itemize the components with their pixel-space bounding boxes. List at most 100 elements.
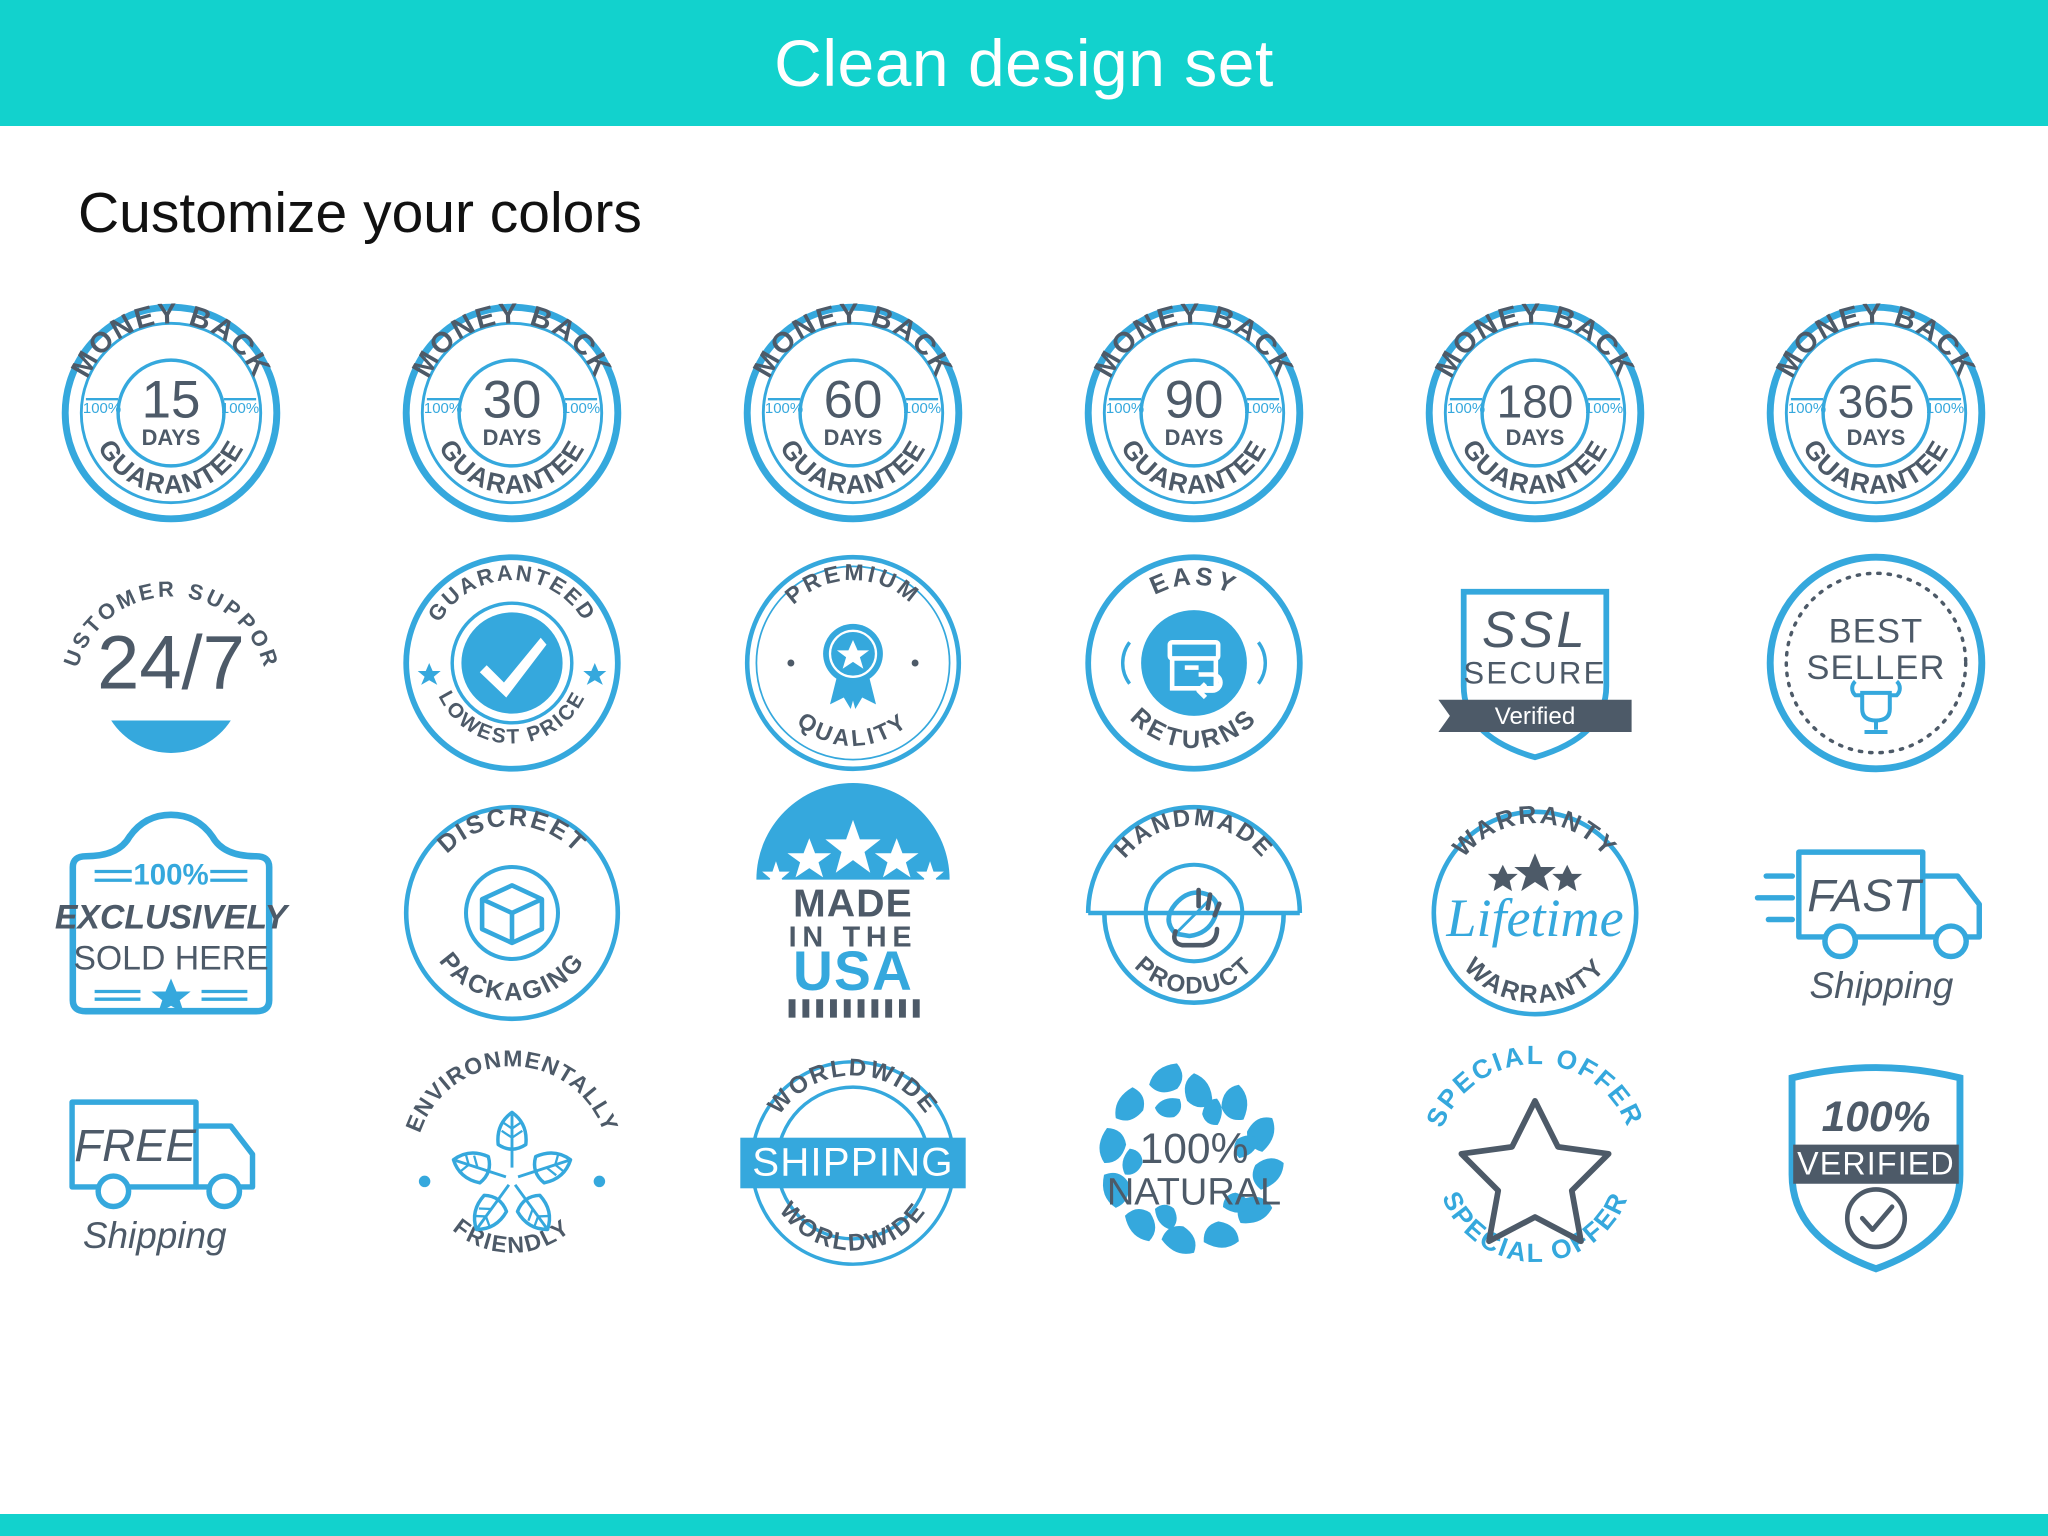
badge-money-back-15[interactable]: MONEY BACK GUARANTEE 15 DAYS 100% 100% — [21, 293, 321, 533]
badge-money-back-365[interactable]: MONEY BACK GUARANTEE 365 DAYS 100% 100% — [1726, 293, 2026, 533]
badge-premium-quality[interactable]: PREMIUM QUALITY — [703, 543, 1003, 783]
badge-unit: DAYS — [823, 425, 882, 450]
svg-text:SPECIAL OFFER: SPECIAL OFFER — [1420, 1040, 1650, 1132]
badge-line2: SOLD HERE — [73, 940, 268, 978]
badge-number: 15 — [141, 371, 200, 430]
badge-right-tag: 100% — [1243, 400, 1281, 417]
badge-money-back-30[interactable]: MONEY BACK GUARANTEE 30 DAYS 100% 100% — [362, 293, 662, 533]
badge-guaranteed-lowest-price[interactable]: GUARANTEED LOWEST PRICE — [362, 543, 662, 783]
badge-right-tag: 100% — [1925, 400, 1963, 417]
badge-line3: USA — [793, 940, 913, 1002]
badge-ssl-secure[interactable]: SSL SECURE Verified — [1385, 543, 1685, 783]
trophy-icon — [1849, 679, 1902, 735]
badge-line1: MADE — [793, 882, 913, 925]
badge-bottom-text: SPECIAL OFFER — [1436, 1187, 1631, 1269]
hand-leaf-icon — [1165, 887, 1222, 948]
badge-special-offer[interactable]: SPECIAL OFFER SPECIAL OFFER — [1385, 1040, 1685, 1283]
badge-100-natural[interactable]: 100% NATURAL — [1044, 1043, 1344, 1283]
badge-top-text: MONEY BACK — [1429, 298, 1639, 383]
badge-script-text: Lifetime — [1445, 888, 1623, 948]
badge-left-tag: 100% — [1105, 400, 1143, 417]
badge-fast-shipping[interactable]: FAST Shipping — [1726, 793, 2026, 1033]
badge-left-tag: 100% — [82, 400, 120, 417]
badge-line1: 100% — [1139, 1125, 1248, 1173]
award-ribbon-icon — [822, 623, 883, 709]
svg-text:PREMIUM: PREMIUM — [779, 559, 925, 609]
badge-line1: EXCLUSIVELY — [54, 898, 290, 936]
badge-unit: DAYS — [1164, 425, 1223, 450]
badge-free-shipping[interactable]: FREE Shipping — [21, 1043, 321, 1283]
badge-unit: DAYS — [1505, 425, 1564, 450]
svg-text:DISCREET: DISCREET — [432, 803, 592, 859]
badge-top-text: EASY — [1145, 562, 1238, 600]
badge-number: 30 — [482, 371, 541, 430]
badge-bottom-text: FRIENDLY — [448, 1213, 572, 1258]
badge-environmentally-friendly[interactable]: ENVIRONMENTALLY FRIENDLY — [362, 1043, 662, 1283]
badge-handmade-product[interactable]: HANDMADE PRODUCT — [1044, 793, 1344, 1033]
badge-top-text: MONEY BACK — [1770, 298, 1980, 383]
badge-right-tag: 100% — [561, 400, 599, 417]
svg-text:MONEY BACK: MONEY BACK — [1770, 298, 1982, 383]
badge-easy-returns[interactable]: EASY RETURNS — [1044, 543, 1344, 783]
badge-center-text: 24/7 — [97, 620, 245, 705]
bottom-banner — [0, 1514, 2048, 1536]
badge-top-text: HANDMADE — [1109, 804, 1276, 863]
badge-band-text: VERIFIED — [1797, 1146, 1955, 1182]
svg-text:HANDMADE: HANDMADE — [1109, 804, 1278, 863]
badge-left-tag: 100% — [423, 400, 461, 417]
badge-exclusively-sold-here[interactable]: 100% EXCLUSIVELY SOLD HERE — [21, 793, 321, 1033]
badge-bottom-text: PACKAGING — [433, 947, 587, 1007]
badge-line2: SELLER — [1806, 649, 1945, 687]
badge-number: 90 — [1164, 371, 1223, 430]
badge-discreet-packaging[interactable]: DISCREET PACKAGING — [362, 793, 662, 1033]
top-banner: Clean design set — [0, 0, 2048, 126]
badge-money-back-60[interactable]: MONEY BACK GUARANTEE 60 DAYS 100% 100% — [703, 293, 1003, 533]
badge-number: 365 — [1837, 376, 1914, 428]
badge-number: 180 — [1496, 376, 1573, 428]
badge-customer-support-247[interactable]: CUSTOMER SUPPORT 24/7 — [21, 528, 321, 783]
badge-made-in-the-usa[interactable]: MADE IN THE USA — [703, 783, 1003, 1033]
badge-money-back-180[interactable]: MONEY BACK GUARANTEE 180 DAYS 100% 100% — [1385, 293, 1685, 533]
badge-lifetime-warranty[interactable]: WARRANTY WARRANTY Lifetime — [1385, 793, 1685, 1033]
badge-unit: DAYS — [1846, 425, 1905, 450]
box-icon — [463, 864, 560, 962]
badge-line1: FREE — [74, 1120, 196, 1171]
badge-band-text: SHIPPING — [752, 1140, 954, 1185]
badge-line2: SECURE — [1463, 656, 1606, 691]
badge-right-tag: 100% — [1584, 400, 1622, 417]
badge-line2: Shipping — [1809, 965, 1953, 1006]
badge-line1: BEST — [1828, 612, 1923, 650]
svg-text:QUALITY: QUALITY — [792, 707, 912, 752]
badge-best-seller[interactable]: BEST SELLER — [1726, 543, 2026, 783]
badge-line1: SSL — [1482, 601, 1588, 658]
svg-text:EASY: EASY — [1145, 562, 1242, 600]
badge-top-text: PREMIUM — [779, 559, 922, 609]
badge-left-tag: 100% — [764, 400, 802, 417]
badge-line2: Shipping — [82, 1215, 226, 1256]
badge-bottom-text: QUALITY — [792, 707, 909, 752]
badge-number: 60 — [823, 371, 882, 430]
badge-top-text: SPECIAL OFFER — [1420, 1040, 1648, 1132]
badge-line1: FAST — [1807, 870, 1923, 921]
badge-right-tag: 100% — [902, 400, 940, 417]
badge-money-back-90[interactable]: MONEY BACK GUARANTEE 90 DAYS 100% 100% — [1044, 293, 1344, 533]
badge-worldwide-shipping[interactable]: WORLDWIDE WORLDWIDE SHIPPING — [703, 1043, 1003, 1283]
page-title: Clean design set — [774, 26, 1274, 100]
badge-ribbon-text: Verified — [1494, 703, 1575, 730]
badge-top-text: 100% — [133, 859, 208, 892]
badge-unit: DAYS — [141, 425, 200, 450]
badge-left-tag: 100% — [1787, 400, 1825, 417]
svg-text:FRIENDLY: FRIENDLY — [448, 1213, 575, 1258]
badge-top-text: DISCREET — [432, 803, 590, 859]
svg-text:PACKAGING: PACKAGING — [433, 947, 590, 1007]
badge-line1: 100% — [1821, 1093, 1930, 1141]
badge-right-tag: 100% — [220, 400, 258, 417]
check-circle-icon — [1844, 1187, 1907, 1250]
badge-unit: DAYS — [482, 425, 541, 450]
subtitle: Customize your colors — [78, 181, 642, 245]
badge-grid: MONEY BACK GUARANTEE 15 DAYS 100% 100% M… — [0, 288, 2048, 1288]
svg-text:MONEY BACK: MONEY BACK — [1429, 298, 1641, 383]
badge-100-verified[interactable]: 100% VERIFIED — [1726, 1043, 2026, 1283]
svg-text:SPECIAL OFFER: SPECIAL OFFER — [1436, 1187, 1634, 1269]
badge-left-tag: 100% — [1446, 400, 1484, 417]
